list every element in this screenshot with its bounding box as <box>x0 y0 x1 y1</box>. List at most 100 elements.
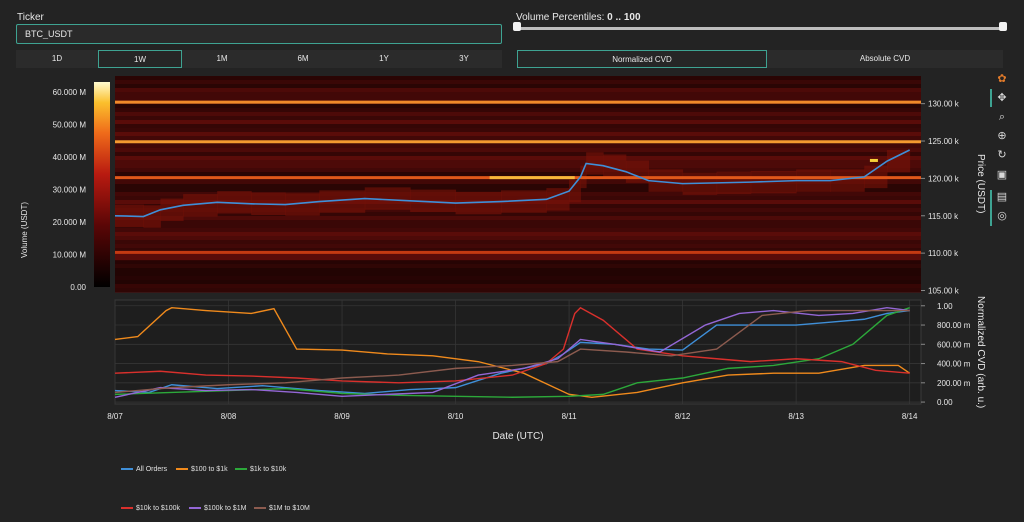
heatmap-band <box>115 96 921 101</box>
spike-lines-icon[interactable]: ◎ <box>995 209 1009 223</box>
heatmap-band <box>115 116 921 121</box>
heatmap-band <box>115 240 921 245</box>
date-tick-label: 8/14 <box>902 412 918 421</box>
date-tick-label: 8/09 <box>334 412 350 421</box>
price-axis-title: Price (USDT) <box>975 154 986 213</box>
legend-label: $10k to $100k <box>136 505 180 512</box>
plotly-logo-icon[interactable]: ✿ <box>995 72 1009 86</box>
date-tick-label: 8/11 <box>562 412 578 421</box>
heatmap-band <box>115 228 921 233</box>
heatmap-band <box>115 92 921 97</box>
heatmap-band <box>115 256 921 261</box>
heatmap-band <box>115 108 921 113</box>
legend-swatch <box>121 468 133 471</box>
heatmap-price-cluster <box>886 149 911 173</box>
colorbar <box>94 82 110 287</box>
heatmap-band <box>115 124 921 129</box>
cvd-axis-title: Normalized CVD (arb. u.) <box>975 296 986 408</box>
colorbar-tick-label: 10.000 M <box>53 250 87 259</box>
colorbar-tick-label: 50.000 M <box>53 120 87 129</box>
heatmap-price-cluster <box>143 205 161 228</box>
date-axis-title: Date (UTC) <box>492 431 543 442</box>
cvd-tick-label: 800.00 m <box>937 321 971 330</box>
heatmap-band <box>115 144 921 149</box>
modebar-active-indicator-2 <box>990 190 992 226</box>
cvd-tick-label: 200.00 m <box>937 379 971 388</box>
heatmap-band <box>115 76 921 81</box>
legend-label: $1k to $10k <box>250 466 287 473</box>
heatmap-band <box>115 136 921 141</box>
cvd-tick-label: 1.00 <box>937 302 953 311</box>
heatmap-band <box>115 224 921 229</box>
legend-swatch <box>235 468 247 471</box>
colorbar-tick-label: 20.000 M <box>53 218 87 227</box>
heatmap-band <box>115 152 921 157</box>
legend-item-100-to-1k[interactable]: $100 to $1k <box>176 465 228 475</box>
heatmap-band <box>115 156 921 161</box>
legend-label: All Orders <box>136 466 168 473</box>
legend-item-all-orders[interactable]: All Orders <box>121 465 167 475</box>
heatmap-band <box>115 104 921 109</box>
heatmap-band <box>115 84 921 89</box>
heatmap-band <box>115 88 921 93</box>
legend-swatch <box>121 507 133 510</box>
legend-swatch <box>176 468 188 471</box>
cvd-tick-label: 0.00 <box>937 398 953 407</box>
colorbar-tick-label: 0.00 <box>70 283 86 292</box>
reset-axes-icon[interactable]: ↻ <box>995 148 1009 162</box>
heatmap-band <box>115 220 921 225</box>
legend-item-10k-to-100k[interactable]: $10k to $100k <box>121 504 180 514</box>
cvd-tick-label: 400.00 m <box>937 360 971 369</box>
legend-swatch <box>189 507 201 510</box>
heatmap-low-volume-region <box>115 260 921 292</box>
download-icon[interactable]: ▣ <box>995 168 1009 182</box>
chart-area: 105.00 k 110.00 k 115.00 k 120.00 k 125.00 k… <box>20 76 986 442</box>
price-tick-label: 105.00 k <box>928 287 960 296</box>
date-tick-label: 8/13 <box>788 412 804 421</box>
legend-swatch <box>254 507 266 510</box>
legend-item-100k-to-1m[interactable]: $100k to $1M <box>189 504 246 514</box>
legend-item-1m-to-10m[interactable]: $1M to $10M <box>254 504 310 514</box>
heatmap-band <box>115 236 921 241</box>
legend-label: $100k to $1M <box>204 505 247 512</box>
legend-item-1k-to-10k[interactable]: $1k to $10k <box>235 465 286 475</box>
heatmap-band <box>115 120 921 125</box>
colorbar-title: Volume (USDT) <box>20 202 29 258</box>
colorbar-tick-label: 30.000 M <box>53 185 87 194</box>
heatmap-band <box>115 160 921 165</box>
zoom-in-icon[interactable]: ⊕ <box>995 129 1009 143</box>
heatmap-bright-level <box>115 100 921 104</box>
heatmap-bright-level <box>115 140 921 144</box>
price-tick-label: 115.00 k <box>928 212 959 221</box>
price-tick-label: 120.00 k <box>928 174 960 183</box>
colorbar-tick-label: 40.000 M <box>53 153 87 162</box>
heatmap-band <box>115 164 921 169</box>
heatmap-band <box>115 80 921 85</box>
modebar-active-indicator <box>990 89 992 107</box>
date-tick-label: 8/08 <box>221 412 237 421</box>
pan-icon[interactable]: ✥ <box>995 91 1009 105</box>
cvd-plot-background <box>114 299 922 405</box>
heatmap-band <box>115 216 921 221</box>
heatmap-bright-level <box>115 250 921 254</box>
date-tick-label: 8/12 <box>675 412 691 421</box>
heatmap-band <box>115 132 921 137</box>
date-tick-label: 8/10 <box>448 412 464 421</box>
heatmap-hot-streak <box>489 176 575 180</box>
legend-label: $1M to $10M <box>269 505 310 512</box>
legend-label: $100 to $1k <box>191 466 228 473</box>
heatmap-band <box>115 128 921 133</box>
heatmap-band <box>115 232 921 237</box>
zoom-icon[interactable]: ⌕ <box>995 110 1009 124</box>
heatmap-price-cluster <box>603 154 627 177</box>
heatmap-band <box>115 148 921 153</box>
price-tick-label: 130.00 k <box>928 100 960 109</box>
price-tick-label: 125.00 k <box>928 137 960 146</box>
heatmap-band <box>115 112 921 117</box>
price-tick-label: 110.00 k <box>928 249 959 258</box>
heatmap-band <box>115 244 921 249</box>
heatmap-hot-spot <box>869 158 878 162</box>
hover-compare-icon[interactable]: ▤ <box>995 190 1009 204</box>
date-tick-label: 8/07 <box>107 412 123 421</box>
cvd-tick-label: 600.00 m <box>937 340 971 349</box>
